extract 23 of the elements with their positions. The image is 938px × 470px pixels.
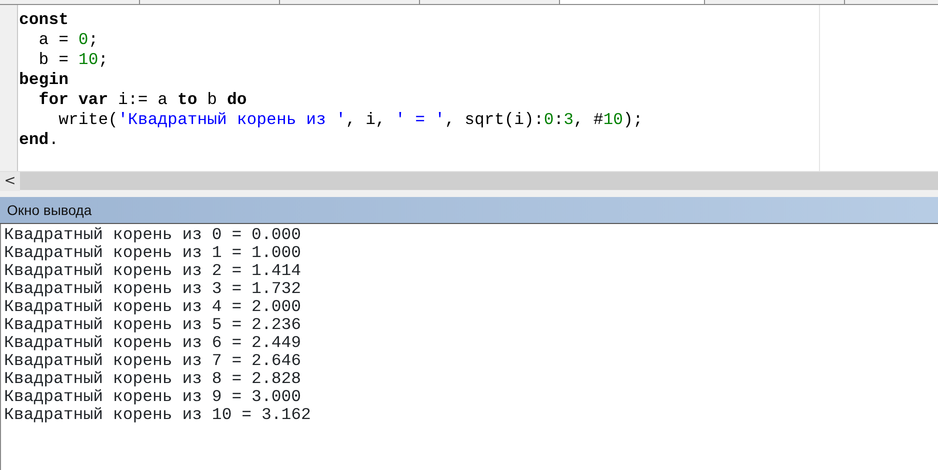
- output-line: Квадратный корень из 5 = 2.236: [4, 316, 302, 334]
- code-editor[interactable]: const a = 0; b = 10; begin for var i:= a to b do write('Квадратный корень из ', i, ' = ', sqrt(i):0:3, #10); end.: [0, 5, 938, 171]
- output-line: Квадратный корень из 2 = 1.414: [4, 262, 302, 280]
- output-line: Квадратный корень из 9 = 3.000: [4, 388, 302, 406]
- code-line: b = 10;: [38, 50, 108, 70]
- code-line: end.: [19, 130, 59, 150]
- output-line: Квадратный корень из 10 = 3.162: [4, 406, 311, 424]
- code-line: write('Квадратный корень из ', i, ' = ', sqrt(i):0:3, #10);: [58, 110, 643, 130]
- code-line: for var i:= a to b do: [38, 90, 247, 110]
- output-panel-title: Окно вывода: [0, 197, 938, 224]
- output-line: Квадратный корень из 4 = 2.000: [4, 298, 302, 316]
- output-line: Квадратный корень из 7 = 2.646: [4, 352, 302, 370]
- code-line: begin: [19, 70, 69, 90]
- output-line: Квадратный корень из 3 = 1.732: [4, 280, 302, 298]
- output-line: Квадратный корень из 0 = 0.000: [4, 226, 302, 244]
- code-line: a = 0;: [38, 30, 98, 50]
- scroll-left-button[interactable]: <: [0, 172, 20, 190]
- output-line: Квадратный корень из 8 = 2.828: [4, 370, 302, 388]
- output-line: Квадратный корень из 6 = 2.449: [4, 334, 302, 352]
- panel-splitter[interactable]: [0, 190, 938, 197]
- output-line: Квадратный корень из 1 = 1.000: [4, 244, 302, 262]
- code-line: const: [19, 10, 69, 30]
- horizontal-scrollbar[interactable]: <: [0, 171, 938, 190]
